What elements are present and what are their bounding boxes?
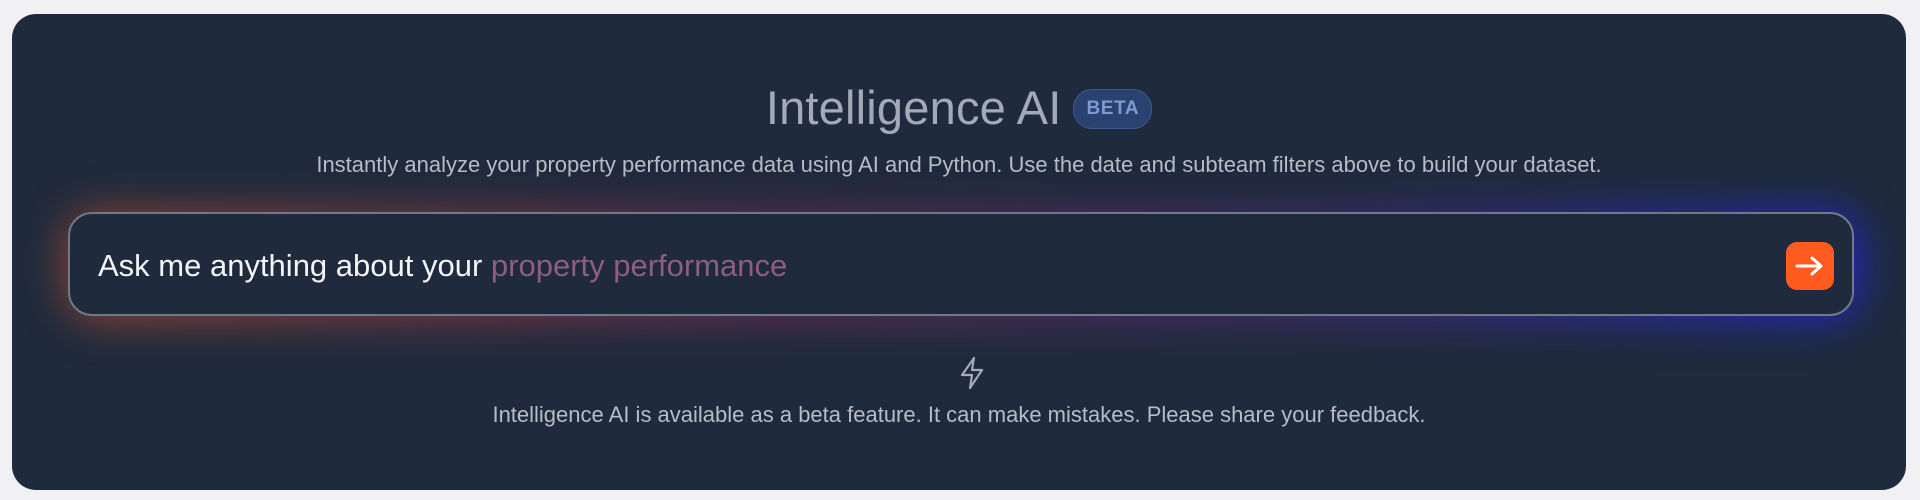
- send-button[interactable]: [1786, 242, 1834, 290]
- title-row: Intelligence AI BETA: [12, 76, 1906, 138]
- lightning-bolt-icon: [960, 356, 984, 390]
- intelligence-ai-panel: Intelligence AI BETA Instantly analyze y…: [12, 14, 1906, 490]
- prompt-accent-text: property performance: [490, 248, 788, 283]
- prompt-placeholder: Ask me anything about your property perf…: [98, 248, 787, 284]
- subtitle: Instantly analyze your property performa…: [316, 152, 1602, 177]
- ask-input[interactable]: Ask me anything about your property perf…: [68, 212, 1854, 316]
- prompt-lead-text: Ask me anything about your: [98, 248, 483, 283]
- beta-badge: BETA: [1073, 89, 1153, 129]
- arrow-right-icon: [1795, 256, 1823, 276]
- beta-disclaimer: Intelligence AI is available as a beta f…: [492, 402, 1426, 427]
- page-title: Intelligence AI: [765, 80, 1062, 134]
